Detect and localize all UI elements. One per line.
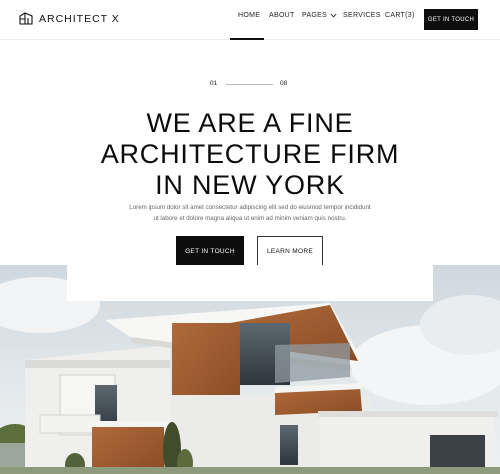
slide-progress-line <box>226 84 273 85</box>
hero-description-line-2: ut labore et dolore magna aliqua ut enim… <box>153 215 347 222</box>
hero-title-line-3: IN NEW YORK <box>155 170 345 200</box>
nav-about[interactable]: ABOUT <box>269 12 295 19</box>
learn-more-button[interactable]: LEARN MORE <box>257 236 323 266</box>
nav-services[interactable]: SERVICES <box>343 12 381 19</box>
slide-indicator: 01 08 <box>210 80 292 90</box>
nav-pages[interactable]: PAGES <box>302 12 337 19</box>
hero-title-line-1: WE ARE A FINE <box>146 108 354 138</box>
brand-name: ARCHITECT X <box>39 12 120 25</box>
chevron-down-icon <box>330 13 337 17</box>
hero-description-line-1: Lorem ipsum dolor sit amet consectetur a… <box>129 204 371 211</box>
nav-home[interactable]: HOME <box>238 12 260 19</box>
slide-total: 08 <box>280 80 288 87</box>
hero-content-panel-edge <box>67 265 433 301</box>
site-header: ARCHITECT X HOME ABOUT PAGES SERVICES CA… <box>0 0 500 40</box>
slide-current: 01 <box>210 80 218 87</box>
header-get-in-touch-button[interactable]: GET IN TOUCH <box>424 9 478 30</box>
hero-title: WE ARE A FINE ARCHITECTURE FIRM IN NEW Y… <box>60 108 440 201</box>
get-in-touch-button[interactable]: GET IN TOUCH <box>176 236 244 266</box>
nav-pages-label: PAGES <box>302 11 328 19</box>
hero-description: Lorem ipsum dolor sit amet consectetur a… <box>105 202 395 224</box>
active-nav-indicator <box>230 38 264 40</box>
hero-title-line-2: ARCHITECTURE FIRM <box>100 139 400 169</box>
nav-cart[interactable]: CART(3) <box>385 12 415 19</box>
brand-logo[interactable]: ARCHITECT X <box>19 12 120 25</box>
building-icon <box>19 12 33 25</box>
